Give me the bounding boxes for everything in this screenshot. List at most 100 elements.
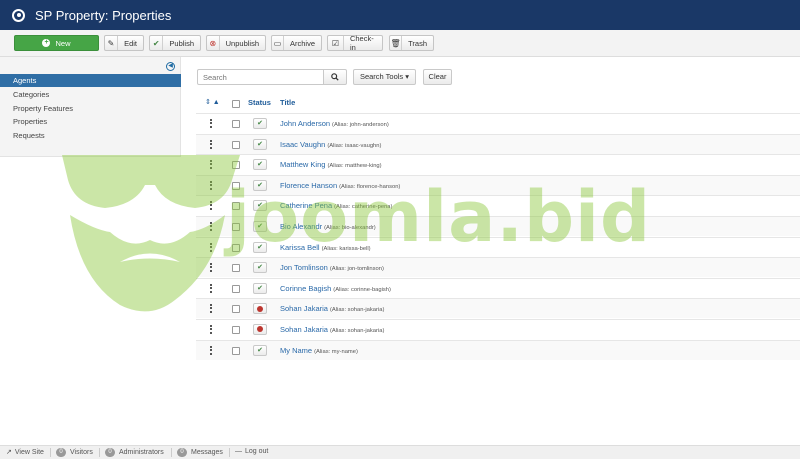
messages-label: Messages (191, 449, 223, 456)
alias-text: (Alias: catherine-pena) (334, 204, 393, 211)
unpublished-toggle[interactable] (253, 303, 267, 315)
plus-circle-icon: + (42, 39, 51, 47)
drag-handle-icon[interactable] (210, 263, 212, 273)
agent-name-link[interactable]: Matthew King (280, 160, 325, 169)
published-toggle[interactable]: ✔ (253, 179, 267, 191)
published-toggle[interactable]: ✔ (253, 200, 267, 212)
agent-name-link[interactable]: My Name (280, 346, 312, 355)
row-checkbox[interactable] (232, 326, 240, 334)
visitors-label: Visitors (70, 449, 93, 456)
search-button[interactable] (323, 69, 347, 85)
agent-name-link[interactable]: Sohan Jakaria (280, 325, 328, 334)
messages-link[interactable]: 0 Messages (177, 448, 223, 457)
row-checkbox[interactable] (232, 284, 240, 293)
agent-name-link[interactable]: Catherine Pena (280, 201, 332, 210)
row-checkbox[interactable] (232, 243, 240, 252)
published-toggle[interactable]: ✔ (253, 241, 267, 253)
check-icon: ✔ (257, 120, 263, 127)
agent-name-link[interactable]: Corinne Bagish (280, 284, 331, 293)
check-icon: ✔ (257, 223, 263, 230)
column-header-status[interactable]: Status (248, 98, 271, 107)
checkin-button[interactable]: ☑ Check-in (327, 34, 383, 52)
published-toggle[interactable]: ✔ (253, 262, 267, 274)
drag-handle-icon[interactable] (210, 201, 212, 211)
unpublish-icon: ⊗ (207, 36, 220, 50)
published-toggle[interactable]: ✔ (253, 118, 267, 129)
published-toggle[interactable]: ✔ (253, 221, 267, 232)
clear-button[interactable]: Clear (423, 69, 452, 85)
row-title: My Name (Alias: my-name) (280, 346, 358, 355)
drag-handle-icon[interactable] (210, 304, 212, 314)
drag-handle-icon[interactable] (210, 139, 212, 149)
view-site-link[interactable]: ↗ View Site (6, 448, 44, 457)
agent-name-link[interactable]: John Anderson (280, 119, 330, 128)
table-row: Sohan Jakaria (Alias: sohan-jakaria) (196, 298, 800, 319)
alias-text: (Alias: sohan-jakaria) (329, 328, 385, 334)
published-toggle[interactable]: ✔ (253, 138, 267, 150)
sidebar-item-property-features[interactable]: Property Features (0, 102, 181, 115)
row-checkbox[interactable] (232, 346, 240, 355)
alias-text: (Alias: john-anderson) (332, 122, 389, 128)
drag-handle-icon[interactable] (210, 119, 212, 128)
row-checkbox[interactable] (232, 120, 240, 128)
trash-button-label: Trash (408, 38, 427, 48)
alias-text: (Alias: bio-alexandr) (324, 225, 376, 231)
unpublish-button[interactable]: ⊗ Unpublish (206, 35, 266, 51)
drag-handle-icon[interactable] (210, 325, 212, 334)
row-title: Florence Hanson (Alias: florence-hanson) (280, 181, 400, 190)
visitors-link[interactable]: 0 Visitors (56, 448, 93, 457)
sidebar-item-agents[interactable]: Agents (0, 74, 181, 87)
trash-icon: 🗑 (390, 36, 403, 50)
drag-handle-icon[interactable] (210, 242, 212, 252)
agent-name-link[interactable]: Isaac Vaughn (280, 140, 325, 149)
check-icon: ✔ (257, 284, 263, 292)
toolbar: + New ✎ Edit ✔ Publish ⊗ Unpublish ▭ Arc… (0, 30, 800, 57)
app-header: SP Property: Properties (0, 0, 800, 30)
row-checkbox[interactable] (232, 202, 240, 211)
external-link-icon: ↗ (6, 449, 12, 456)
sidebar-item-categories[interactable]: Categories (0, 88, 181, 101)
column-header-title[interactable]: Title (280, 98, 295, 107)
row-title: Sohan Jakaria (Alias: sohan-jakaria) (280, 304, 384, 313)
drag-handle-icon[interactable] (210, 222, 212, 231)
sidebar-item-requests[interactable]: Requests (0, 129, 181, 142)
agent-name-link[interactable]: Florence Hanson (280, 181, 337, 190)
drag-handle-icon[interactable] (210, 160, 212, 170)
agent-name-link[interactable]: Jon Tomlinson (280, 263, 328, 272)
row-checkbox[interactable] (232, 305, 240, 314)
published-toggle[interactable]: ✔ (253, 344, 267, 356)
search-input[interactable] (197, 69, 324, 85)
ordering-sort-icon[interactable]: ⇕ ▲ (205, 98, 220, 106)
administrators-link[interactable]: 0 Administrators (105, 448, 164, 457)
check-icon: ✔ (257, 243, 263, 251)
drag-handle-icon[interactable] (210, 345, 212, 355)
archive-button[interactable]: ▭ Archive (271, 35, 322, 51)
publish-button[interactable]: ✔ Publish (149, 35, 201, 51)
sidebar-item-properties[interactable]: Properties (0, 115, 181, 128)
unpublished-icon (257, 305, 263, 312)
edit-button[interactable]: ✎ Edit (104, 35, 144, 51)
table-row: Sohan Jakaria (Alias: sohan-jakaria) (196, 319, 800, 339)
divider (171, 448, 172, 457)
drag-handle-icon[interactable] (210, 180, 212, 190)
search-tools-button[interactable]: Search Tools ▾ (353, 69, 416, 85)
row-checkbox[interactable] (232, 264, 240, 273)
new-button[interactable]: + New (14, 35, 99, 51)
collapse-sidebar-icon[interactable]: ◀ (166, 62, 175, 71)
published-toggle[interactable]: ✔ (253, 282, 267, 294)
published-toggle[interactable]: ✔ (253, 159, 267, 171)
agent-name-link[interactable]: Bio Alexandr (280, 222, 322, 231)
row-checkbox[interactable] (232, 181, 240, 190)
logout-link[interactable]: — Log out (235, 448, 268, 455)
row-checkbox[interactable] (232, 140, 240, 149)
unpublished-toggle[interactable] (253, 324, 267, 335)
row-checkbox[interactable] (232, 223, 240, 231)
view-site-label: View Site (14, 448, 44, 456)
row-checkbox[interactable] (232, 161, 240, 170)
agent-name-link[interactable]: Karissa Bell (280, 243, 320, 252)
trash-button[interactable]: 🗑 Trash (389, 35, 434, 51)
drag-handle-icon[interactable] (210, 283, 212, 293)
row-title: Isaac Vaughn (Alias: isaac-vaughn) (280, 140, 381, 149)
agent-name-link[interactable]: Sohan Jakaria (280, 304, 328, 313)
select-all-checkbox[interactable] (232, 100, 240, 108)
